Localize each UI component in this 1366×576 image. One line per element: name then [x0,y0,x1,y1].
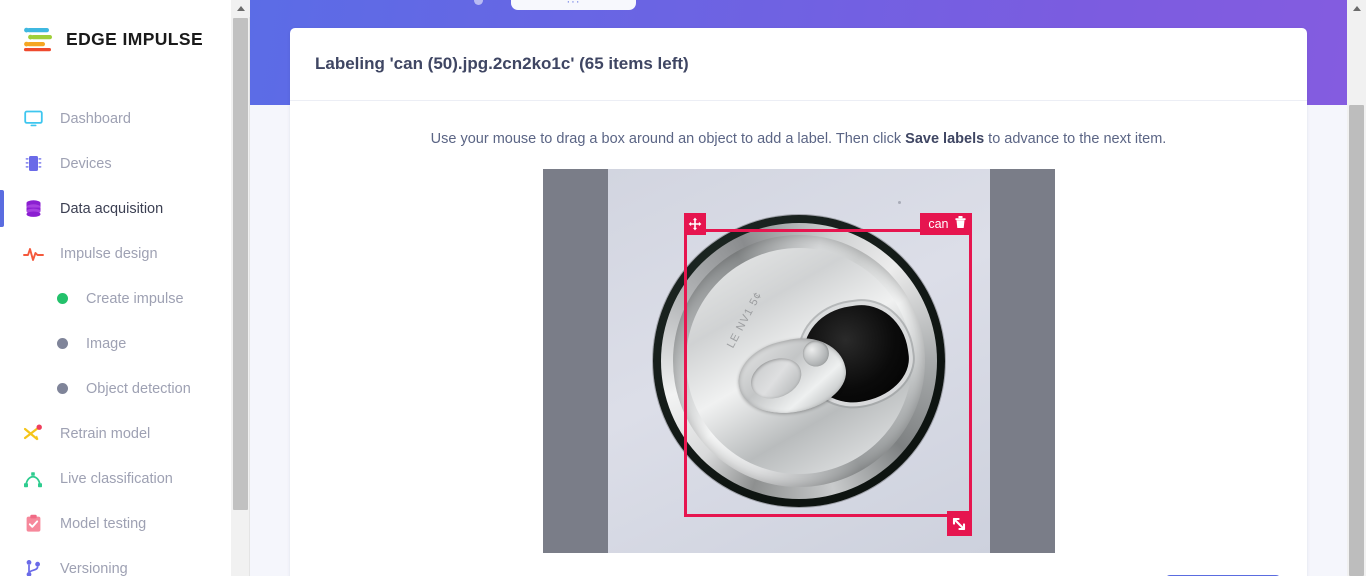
git-branch-icon [22,558,44,576]
sidebar-item-versioning[interactable]: Versioning [0,546,230,576]
sidebar-item-create-impulse[interactable]: Create impulse [0,276,230,321]
sidebar-item-label: Object detection [86,380,191,397]
scrollbar-thumb[interactable] [233,18,248,510]
dot-green-icon [56,293,68,305]
sidebar-item-label: Image [86,335,127,352]
labeling-image[interactable]: LE NV1 5¢ can [542,169,1055,553]
chip-icon [22,153,44,175]
sidebar-item-label: Live classification [60,470,173,487]
main-content: ··· Labeling 'can (50).jpg.2cn2ko1c' (65… [250,0,1347,576]
database-icon [22,198,44,220]
card-body: Use your mouse to drag a box around an o… [290,101,1307,576]
sidebar-scrollbar[interactable] [231,0,250,576]
sidebar-item-live-classification[interactable]: Live classification [0,456,230,501]
shuffle-icon [22,423,44,445]
instruction-prefix: Use your mouse to drag a box around an o… [430,131,906,147]
trash-icon[interactable] [954,215,967,234]
sidebar-item-label: Retrain model [60,425,151,442]
sidebar-item-label: Create impulse [86,290,184,307]
sidebar-item-label: Dashboard [60,110,131,127]
pulse-icon [22,243,44,265]
sidebar-item-model-testing[interactable]: Model testing [0,501,230,546]
sidebar-nav: Dashboard Devices Data acquisition Impul… [0,96,230,576]
sidebar-item-label: Model testing [60,515,147,532]
curve-icon [22,468,44,490]
sidebar-item-label: Versioning [60,560,128,576]
banner-dot-icon [474,0,483,5]
banner-pill-label: ··· [566,0,581,8]
bounding-box-label-bar[interactable]: can [920,213,972,235]
edge-impulse-logo [22,26,56,52]
resize-diagonal-icon[interactable] [946,511,972,536]
card-header: Labeling 'can (50).jpg.2cn2ko1c' (65 ite… [290,28,1307,101]
sidebar-item-label: Devices [60,155,112,172]
brand-name: EDGE IMPULSE [66,28,204,49]
chevron-up-icon[interactable] [231,0,250,17]
sidebar-item-label: Data acquisition [60,200,164,217]
sidebar-item-data-acquisition[interactable]: Data acquisition [0,186,230,231]
sidebar-item-devices[interactable]: Devices [0,141,230,186]
sidebar-item-dashboard[interactable]: Dashboard [0,96,230,141]
photo-speck [897,201,901,204]
banner-pill[interactable]: ··· [511,0,636,10]
dot-gray-icon [56,338,68,350]
bounding-box[interactable]: can [683,213,972,536]
labeling-card: Labeling 'can (50).jpg.2cn2ko1c' (65 ite… [290,28,1307,576]
sidebar-item-retrain-model[interactable]: Retrain model [0,411,230,456]
sidebar-item-label: Impulse design [60,245,158,262]
sidebar: EDGE IMPULSE Dashboard Devices Data acqu… [0,0,230,576]
card-footer: Save labels [290,553,1307,576]
sidebar-item-object-detection[interactable]: Object detection [0,366,230,411]
clipboard-icon [22,513,44,535]
page-title: Labeling 'can (50).jpg.2cn2ko1c' (65 ite… [315,54,689,73]
brand: EDGE IMPULSE [0,0,230,52]
instruction-text: Use your mouse to drag a box around an o… [290,131,1307,147]
sidebar-item-image[interactable]: Image [0,321,230,366]
bounding-box-label: can [928,216,949,231]
chevron-up-icon[interactable] [1347,0,1366,17]
move-arrows-icon[interactable] [683,213,706,235]
sidebar-item-impulse-design[interactable]: Impulse design [0,231,230,276]
instruction-suffix: to advance to the next item. [984,131,1167,147]
instruction-emphasis: Save labels [905,131,985,147]
app-root: EDGE IMPULSE Dashboard Devices Data acqu… [0,0,1366,576]
monitor-icon [22,108,44,130]
dot-gray-icon [56,383,68,395]
page-scrollbar[interactable] [1347,0,1366,576]
scrollbar-thumb[interactable] [1349,105,1364,576]
